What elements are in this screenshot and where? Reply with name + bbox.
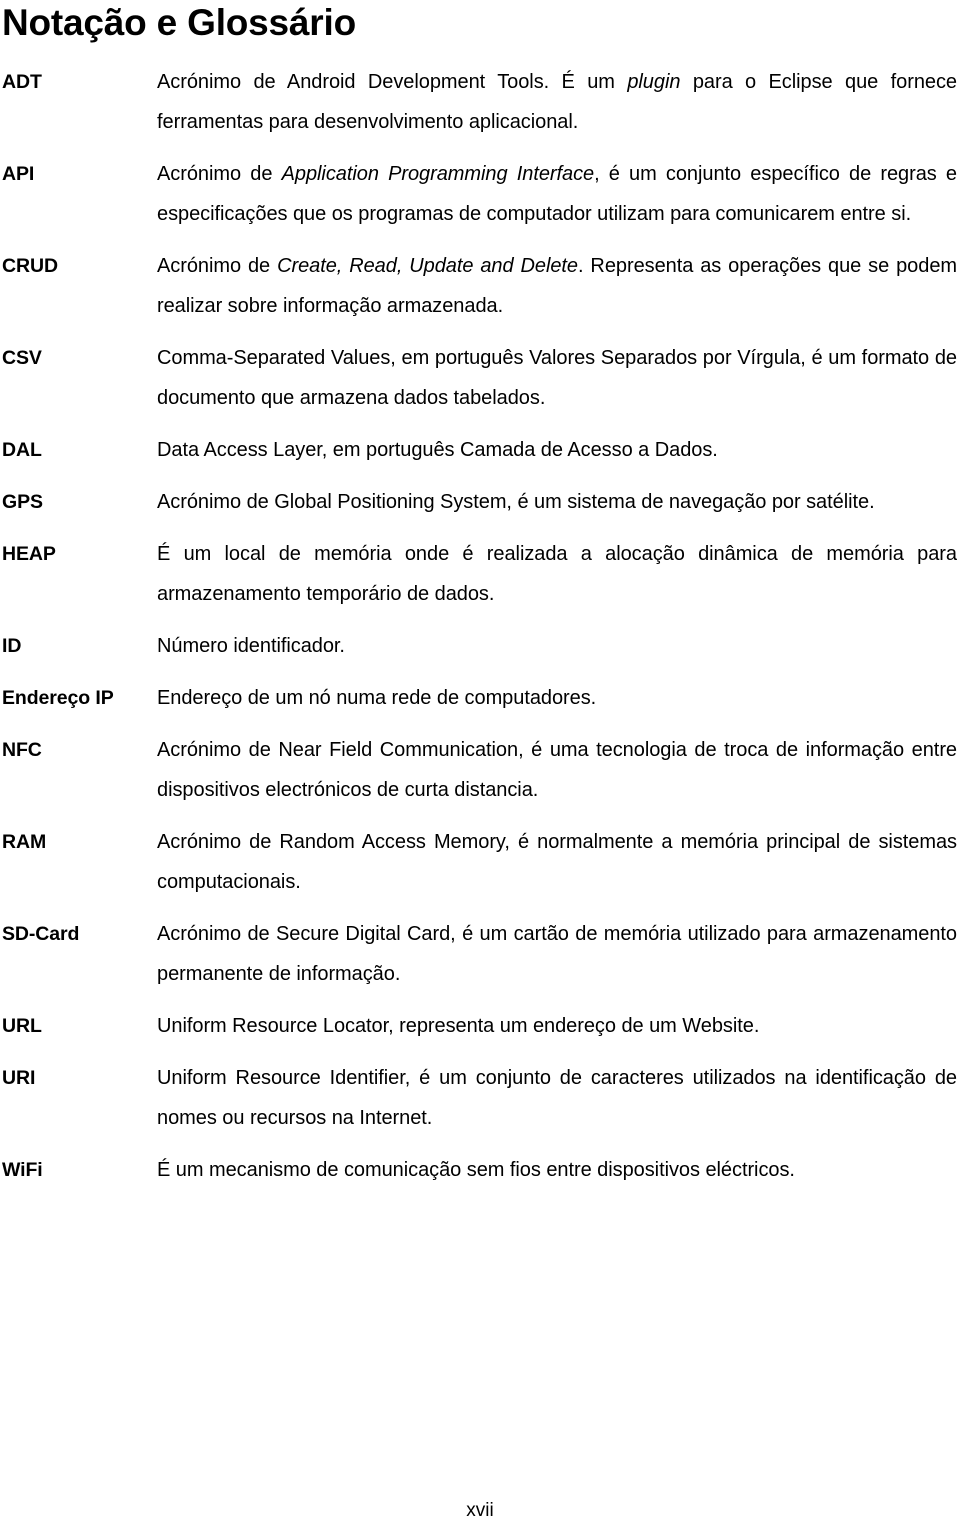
glossary-definition: É um mecanismo de comunicação sem fios e… — [157, 1150, 957, 1190]
definition-emphasis: plugin — [627, 71, 681, 93]
glossary-definition: Comma-Separated Values, em português Val… — [157, 338, 957, 418]
glossary-definition: Acrónimo de Global Positioning System, é… — [157, 482, 957, 522]
page-number: xvii — [466, 1500, 494, 1521]
definition-text: Uniform Resource Identifier, é um conjun… — [157, 1067, 957, 1129]
definition-text: Data Access Layer, em português Camada d… — [157, 439, 718, 461]
glossary-list: ADT Acrónimo de Android Development Tools… — [0, 62, 960, 1190]
definition-text: Endereço de um nó numa rede de computado… — [157, 687, 597, 709]
glossary-entry: NFC Acrónimo de Near Field Communication,… — [2, 730, 957, 810]
glossary-entry: HEAP É um local de memória onde é realiza… — [2, 534, 957, 614]
glossary-term: Endereço IP — [2, 687, 114, 709]
definition-text: É um local de memória onde é realizada a… — [157, 543, 957, 605]
glossary-entry: CRUD Acrónimo de Create, Read, Update and… — [2, 246, 957, 326]
glossary-definition: Acrónimo de Near Field Communication, é … — [157, 730, 957, 810]
glossary-entry: RAM Acrónimo de Random Access Memory, é n… — [2, 822, 957, 902]
glossary-term: API — [2, 163, 35, 185]
glossary-definition: Acrónimo de Secure Digital Card, é um ca… — [157, 914, 957, 994]
glossary-term: CSV — [2, 347, 42, 369]
definition-text: Acrónimo de Near Field Communication, é … — [157, 739, 957, 801]
glossary-definition: É um local de memória onde é realizada a… — [157, 534, 957, 614]
glossary-entry: SD-Card Acrónimo de Secure Digital Card, … — [2, 914, 957, 994]
definition-text: Acrónimo de Random Access Memory, é norm… — [157, 831, 957, 893]
document-page: Notação e Glossário ADT Acrónimo de Andro… — [0, 0, 960, 1539]
glossary-definition: Número identificador. — [157, 626, 957, 666]
glossary-entry: URI Uniform Resource Identifier, é um con… — [2, 1058, 957, 1138]
glossary-entry: DAL Data Access Layer, em português Camad… — [2, 430, 957, 470]
definition-text: Acrónimo de — [157, 255, 278, 277]
definition-emphasis: Create, Read, Update and Delete — [277, 255, 578, 277]
definition-text: Comma-Separated Values, em português Val… — [157, 347, 957, 409]
glossary-definition: Data Access Layer, em português Camada d… — [157, 430, 957, 470]
glossary-entry: URL Uniform Resource Locator, representa … — [2, 1006, 957, 1046]
definition-text: Acrónimo de Secure Digital Card, é um ca… — [157, 923, 957, 985]
glossary-entry: ID Número identificador. — [2, 626, 957, 666]
glossary-term: NFC — [2, 739, 42, 761]
definition-emphasis: Application Programming Interface — [281, 163, 595, 185]
glossary-definition: Acrónimo de Create, Read, Update and Del… — [157, 246, 957, 326]
glossary-entry: CSV Comma-Separated Values, em português … — [2, 338, 957, 418]
glossary-term: ADT — [2, 71, 42, 93]
definition-text: Acrónimo de Android Development Tools. É… — [157, 71, 628, 93]
glossary-term: CRUD — [2, 255, 58, 277]
page-title: Notação e Glossário — [2, 2, 356, 43]
glossary-definition: Acrónimo de Android Development Tools. É… — [157, 62, 957, 142]
definition-text: Número identificador. — [157, 635, 345, 657]
glossary-entry: WiFi É um mecanismo de comunicação sem fi… — [2, 1150, 957, 1190]
glossary-term: ID — [2, 635, 22, 657]
glossary-entry: GPS Acrónimo de Global Positioning System… — [2, 482, 957, 522]
definition-text: É um mecanismo de comunicação sem fios e… — [157, 1159, 795, 1181]
definition-text: Acrónimo de — [157, 163, 282, 185]
glossary-entry: ADT Acrónimo de Android Development Tools… — [2, 62, 957, 142]
glossary-entry: API Acrónimo de Application Programming I… — [2, 154, 957, 234]
definition-text: Acrónimo de Global Positioning System, é… — [157, 491, 875, 513]
glossary-entry: Endereço IP Endereço de um nó numa rede d… — [2, 678, 957, 718]
glossary-term: RAM — [2, 831, 47, 853]
glossary-definition: Acrónimo de Application Programming Inte… — [157, 154, 957, 234]
glossary-definition: Uniform Resource Locator, representa um … — [157, 1006, 957, 1046]
glossary-definition: Uniform Resource Identifier, é um conjun… — [157, 1058, 957, 1138]
glossary-term: URL — [2, 1015, 42, 1037]
glossary-definition: Acrónimo de Random Access Memory, é norm… — [157, 822, 957, 902]
glossary-term: URI — [2, 1067, 36, 1089]
glossary-term: SD-Card — [2, 923, 80, 945]
glossary-term: GPS — [2, 491, 43, 513]
glossary-term: WiFi — [2, 1159, 43, 1181]
definition-text: Uniform Resource Locator, representa um … — [157, 1015, 760, 1037]
glossary-term: DAL — [2, 439, 42, 461]
glossary-definition: Endereço de um nó numa rede de computado… — [157, 678, 957, 718]
glossary-term: HEAP — [2, 543, 56, 565]
